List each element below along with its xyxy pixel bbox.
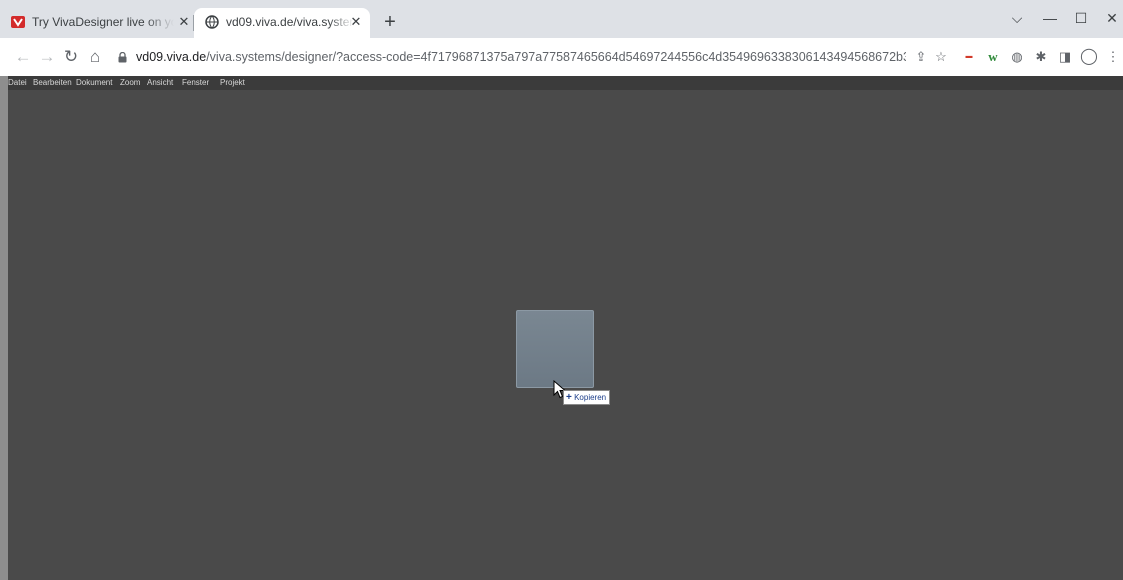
url-path: /viva.systems/designer/?access-code=4f71… xyxy=(206,50,906,64)
menu-zoom[interactable]: Zoom xyxy=(120,78,140,87)
app-menu-bar: Datei Bearbeiten Dokument Zoom Ansicht F… xyxy=(8,76,1123,90)
tab-title: vd09.viva.de/viva.systems/designer xyxy=(226,15,354,29)
minimize-button[interactable]: — xyxy=(1040,8,1060,28)
close-window-button[interactable]: ✕ xyxy=(1102,8,1122,28)
forward-button[interactable]: → xyxy=(37,47,57,67)
bookmark-star-icon[interactable]: ☆ xyxy=(932,48,950,66)
copy-tooltip: + Kopieren xyxy=(563,390,611,405)
menu-fenster[interactable]: Fenster xyxy=(182,78,209,87)
more-menu-icon[interactable]: ⋮ xyxy=(1104,48,1122,66)
maximize-button[interactable]: ☐ xyxy=(1071,8,1091,28)
extension-w-icon[interactable]: w xyxy=(984,48,1002,66)
back-button[interactable]: ← xyxy=(13,47,33,67)
tab-title: Try VivaDesigner live on your desktop xyxy=(32,15,174,29)
tab-vivadesigner[interactable]: Try VivaDesigner live on your desktop ✕ xyxy=(0,8,194,38)
menu-bearbeiten[interactable]: Bearbeiten xyxy=(33,78,72,87)
browser-tab-strip: Try VivaDesigner live on your desktop ✕ … xyxy=(0,0,1123,38)
close-icon[interactable]: ✕ xyxy=(177,15,191,29)
profile-avatar-icon[interactable]: ◯ xyxy=(1080,48,1098,66)
close-icon[interactable]: ✕ xyxy=(349,15,363,29)
menu-datei[interactable]: Datei xyxy=(8,78,27,87)
tab-search-chevron-icon[interactable]: ⌵ xyxy=(1007,8,1027,28)
left-edge-strip xyxy=(0,76,8,580)
tab-designer-active[interactable]: vd09.viva.de/viva.systems/designer ✕ xyxy=(194,8,370,38)
drag-preview-box[interactable] xyxy=(516,310,594,388)
viva-logo-icon xyxy=(11,16,25,28)
plus-icon: + xyxy=(566,392,572,403)
menu-dokument[interactable]: Dokument xyxy=(76,78,112,87)
menu-projekt[interactable]: Projekt xyxy=(220,78,245,87)
home-button[interactable]: ⌂ xyxy=(85,47,105,67)
new-tab-button[interactable]: + xyxy=(380,12,400,32)
copy-tooltip-label: Kopieren xyxy=(574,393,607,402)
side-panel-icon[interactable]: ◨ xyxy=(1056,48,1074,66)
lock-icon[interactable] xyxy=(118,52,127,63)
url-host: vd09.viva.de xyxy=(136,50,207,64)
browser-toolbar: ← → ↻ ⌂ vd09.viva.de/viva.systems/design… xyxy=(0,38,1123,76)
globe-icon xyxy=(205,15,219,29)
reload-button[interactable]: ↻ xyxy=(61,47,81,67)
url-text: vd09.viva.de/viva.systems/designer/?acce… xyxy=(136,50,906,64)
menu-ansicht[interactable]: Ansicht xyxy=(147,78,173,87)
address-bar[interactable]: vd09.viva.de/viva.systems/designer/?acce… xyxy=(110,43,906,71)
extensions-puzzle-icon[interactable]: ✱ xyxy=(1032,48,1050,66)
extension-red-icon[interactable]: ▬ xyxy=(960,48,978,66)
share-icon[interactable]: ⇪ xyxy=(912,48,930,66)
extension-globe-icon[interactable]: ◍ xyxy=(1008,48,1026,66)
